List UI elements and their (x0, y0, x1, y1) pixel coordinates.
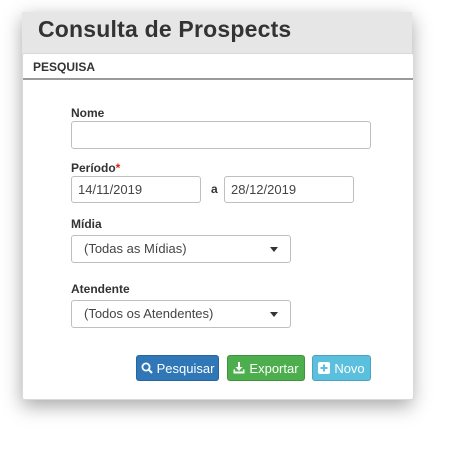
periodo-label: Período* (71, 161, 120, 175)
periodo-end-input[interactable]: 28/12/2019 (224, 176, 354, 203)
nome-label: Nome (71, 106, 104, 120)
chevron-down-icon (270, 247, 278, 252)
search-button[interactable]: Pesquisar (136, 355, 219, 381)
download-icon (233, 362, 245, 374)
plus-square-icon (318, 362, 331, 374)
page-title: Consulta de Prospects (38, 16, 292, 42)
panel-header: PESQUISA (23, 54, 413, 80)
nome-label-text: Nome (71, 106, 105, 120)
periodo-separator: a (211, 182, 218, 196)
search-panel: PESQUISA Nome Período* 14/11/2019 a 28/1… (22, 53, 414, 400)
new-button[interactable]: Novo (312, 355, 371, 381)
atendente-label: Atendente (71, 282, 130, 296)
periodo-label-text: Período (71, 161, 116, 175)
atendente-select[interactable]: (Todos os Atendentes) (71, 300, 291, 328)
periodo-start-input[interactable]: 14/11/2019 (71, 176, 201, 203)
chevron-down-icon (270, 312, 278, 317)
nome-input[interactable] (71, 121, 371, 149)
export-button-label: Exportar (249, 360, 299, 376)
midia-select[interactable]: (Todas as Mídias) (71, 235, 291, 263)
midia-selected: (Todas as Mídias) (84, 241, 187, 256)
export-button[interactable]: Exportar (227, 355, 305, 381)
search-icon (141, 362, 153, 374)
search-button-label: Pesquisar (156, 360, 215, 376)
atendente-selected: (Todos os Atendentes) (84, 306, 214, 321)
midia-label: Mídia (71, 217, 102, 231)
new-button-label: Novo (334, 360, 365, 376)
required-marker: * (115, 161, 121, 175)
